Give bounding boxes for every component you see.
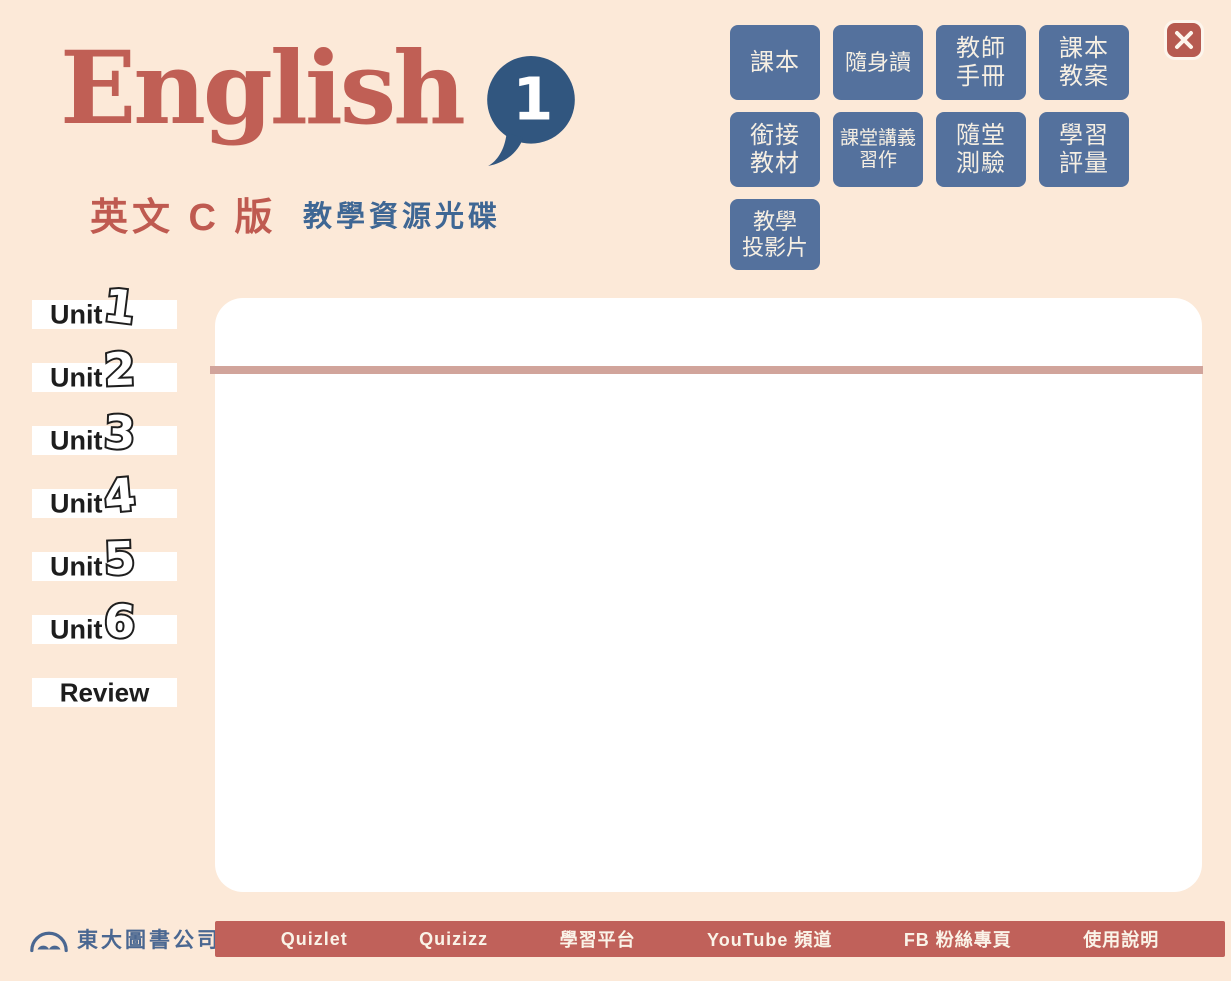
company-logo: 東大圖書公司 (28, 920, 221, 958)
unit-2-button[interactable]: Unit 2 (32, 363, 177, 392)
unit-3-button[interactable]: Unit 3 (32, 426, 177, 455)
footer-link-user-guide[interactable]: 使用說明 (1083, 926, 1159, 952)
textbook-lesson-plan-button[interactable]: 課本教案 (1039, 25, 1129, 100)
company-arch-icon (28, 923, 70, 955)
content-panel (215, 298, 1202, 892)
learning-assessment-button[interactable]: 學習評量 (1039, 112, 1129, 187)
unit-6-button[interactable]: Unit 6 (32, 615, 177, 644)
english-logo-text: English (60, 38, 463, 138)
company-name: 東大圖書公司 (77, 924, 221, 954)
footer-link-quizlet[interactable]: Quizlet (281, 929, 348, 950)
class-handout-workbook-button[interactable]: 課堂講義習作 (833, 112, 923, 187)
bridging-material-button[interactable]: 銜接教材 (730, 112, 820, 187)
unit-2-number: 2 (103, 342, 136, 396)
subtitle-row: 英文 C 版 教學資源光碟 (90, 186, 690, 241)
unit-6-number: 6 (103, 594, 137, 649)
footer-link-quizizz[interactable]: Quizizz (419, 929, 488, 950)
pocket-reader-button[interactable]: 隨身讀 (833, 25, 923, 100)
unit-5-button[interactable]: Unit 5 (32, 552, 177, 581)
footer-link-learning-platform[interactable]: 學習平台 (560, 926, 636, 952)
panel-divider-line (210, 366, 1203, 374)
unit-5-number: 5 (103, 531, 136, 585)
quiz-button[interactable]: 隨堂測驗 (936, 112, 1026, 187)
unit-4-button[interactable]: Unit 4 (32, 489, 177, 518)
teaching-slides-button[interactable]: 教學投影片 (730, 199, 820, 270)
footer-linkbar: Quizlet Quizizz 學習平台 YouTube 頻道 FB 粉絲專頁 … (215, 921, 1225, 957)
unit-4-number: 4 (102, 468, 138, 524)
close-icon (1172, 28, 1196, 52)
review-button[interactable]: Review (32, 678, 177, 707)
footer-link-youtube-channel[interactable]: YouTube 頻道 (707, 926, 832, 952)
volume-number: 1 (513, 65, 554, 133)
close-button[interactable] (1164, 20, 1204, 60)
app-window: English 1 英文 C 版 教學資源光碟 課本 隨身讀 教師手冊 課本教案… (0, 0, 1231, 981)
edition-label: 英文 C 版 (90, 197, 277, 239)
speech-bubble-tail (488, 133, 523, 166)
teacher-manual-button[interactable]: 教師手冊 (936, 25, 1026, 100)
volume-1-badge: 1 (482, 55, 580, 167)
footer-link-facebook-fanpage[interactable]: FB 粉絲專頁 (904, 926, 1012, 952)
unit-3-number: 3 (103, 405, 136, 459)
unit-1-number: 1 (101, 278, 139, 334)
unit-1-button[interactable]: Unit 1 (32, 300, 177, 329)
textbook-button[interactable]: 課本 (730, 25, 820, 100)
disc-title-label: 教學資源光碟 (303, 201, 501, 233)
